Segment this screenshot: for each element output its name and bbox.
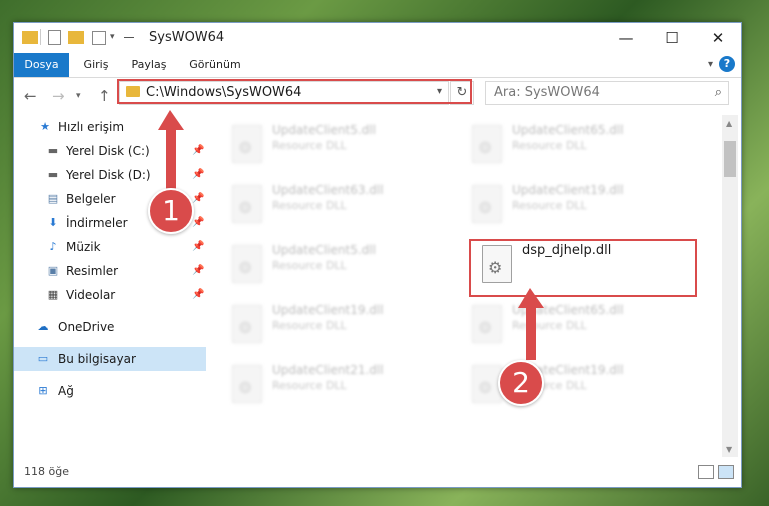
network-icon: ⊞ <box>38 384 48 397</box>
pin-icon[interactable]: 📌 <box>192 139 204 163</box>
pin-icon[interactable]: 📌 <box>192 259 204 283</box>
properties-icon[interactable] <box>48 30 61 45</box>
file-item[interactable]: ⚙ UpdateClient21.dll Resource DLL <box>222 359 452 409</box>
chevron-down-icon[interactable]: ▾ <box>110 32 126 48</box>
computer-icon: ▭ <box>37 352 49 365</box>
file-item[interactable]: ⚙ UpdateClient65.dll Resource DLL <box>462 299 692 349</box>
gear-icon: ⚙ <box>478 198 493 217</box>
sidebar-item-network[interactable]: ⊞ Ağ <box>14 379 206 403</box>
sidebar-item-pictures[interactable]: ▣ Resimler 📌 <box>14 259 206 283</box>
download-icon: ⬇ <box>48 216 58 229</box>
sidebar-item-quick-access[interactable]: ★ Hızlı erişim <box>14 115 206 139</box>
pin-icon[interactable]: 📌 <box>192 187 204 211</box>
tab-file[interactable]: Dosya <box>14 53 69 77</box>
scroll-up-icon[interactable]: ▲ <box>726 119 732 128</box>
sidebar-item-onedrive[interactable]: ☁ OneDrive <box>14 315 206 339</box>
video-icon: ▦ <box>47 288 59 301</box>
scroll-down-icon[interactable]: ▼ <box>726 445 732 454</box>
gear-icon: ⚙ <box>238 138 253 157</box>
sidebar-item-this-pc[interactable]: ▭ Bu bilgisayar <box>14 347 206 371</box>
tab-view[interactable]: Görünüm <box>182 53 248 77</box>
explorer-window: ▾ SysWOW64 — ☐ ✕ Dosya Giriş Paylaş Görü… <box>13 22 742 488</box>
dll-file-icon: ⚙ <box>232 305 262 343</box>
search-placeholder: Ara: SysWOW64 <box>494 85 600 100</box>
up-arrow-icon[interactable]: ↑ <box>98 87 111 105</box>
gear-icon: ⚙ <box>478 378 493 397</box>
gear-icon: ⚙ <box>238 318 253 337</box>
star-icon: ★ <box>40 120 50 133</box>
dll-file-icon: ⚙ <box>472 185 502 223</box>
gear-icon: ⚙ <box>238 258 253 277</box>
file-item[interactable]: ⚙ UpdateClient19.dll Resource DLL <box>462 359 692 409</box>
chevron-down-icon[interactable]: ▾ <box>708 59 713 70</box>
file-item[interactable]: ⚙ UpdateClient65.dll Resource DLL <box>462 119 692 169</box>
address-highlight <box>117 79 472 104</box>
separator <box>40 29 41 45</box>
file-item[interactable]: ⚙ UpdateClient63.dll Resource DLL <box>222 179 452 229</box>
sidebar-item-videos[interactable]: ▦ Videolar 📌 <box>14 283 206 307</box>
navigation-pane: ★ Hızlı erişim ▬ Yerel Disk (C:) 📌 ▬ Yer… <box>14 115 206 445</box>
pin-icon[interactable]: 📌 <box>192 283 204 307</box>
dll-file-icon: ⚙ <box>232 125 262 163</box>
tab-home[interactable]: Giriş <box>76 53 116 77</box>
gear-icon: ⚙ <box>238 198 253 217</box>
sidebar-item-disk-d[interactable]: ▬ Yerel Disk (D:) 📌 <box>14 163 206 187</box>
dll-file-icon: ⚙ <box>472 305 502 343</box>
customize-icon[interactable] <box>92 31 106 45</box>
back-arrow-icon[interactable]: ← <box>24 87 37 105</box>
maximize-button[interactable]: ☐ <box>649 23 695 53</box>
pin-icon[interactable]: 📌 <box>192 163 204 187</box>
large-icons-view-icon[interactable] <box>718 465 734 479</box>
item-count: 118 öğe <box>24 465 69 478</box>
sidebar-item-disk-c[interactable]: ▬ Yerel Disk (C:) 📌 <box>14 139 206 163</box>
new-folder-icon[interactable] <box>68 31 84 44</box>
pin-icon[interactable]: 📌 <box>192 211 204 235</box>
file-item[interactable]: ⚙ UpdateClient19.dll Resource DLL <box>462 179 692 229</box>
dll-file-icon: ⚙ <box>232 365 262 403</box>
help-button[interactable]: ? <box>719 56 735 72</box>
cloud-icon: ☁ <box>37 320 49 333</box>
drive-icon: ▬ <box>47 144 59 157</box>
callout-badge-1: 1 <box>148 188 194 234</box>
close-button[interactable]: ✕ <box>695 23 741 53</box>
forward-arrow-icon[interactable]: → <box>52 87 65 105</box>
document-icon: ▤ <box>47 192 59 205</box>
pin-icon[interactable]: 📌 <box>192 235 204 259</box>
file-item[interactable]: ⚙ UpdateClient5.dll Resource DLL <box>222 119 452 169</box>
gear-icon: ⚙ <box>478 318 493 337</box>
scrollbar-thumb[interactable] <box>724 141 736 177</box>
drive-icon: ▬ <box>47 168 59 181</box>
ribbon: Dosya Giriş Paylaş Görünüm ▾ ? <box>14 53 741 78</box>
sidebar-item-music[interactable]: ♪ Müzik 📌 <box>14 235 206 259</box>
file-highlight <box>469 239 697 297</box>
dll-file-icon: ⚙ <box>472 125 502 163</box>
minimize-button[interactable]: — <box>603 23 649 53</box>
quick-access-toolbar-icon[interactable] <box>124 37 134 38</box>
pictures-icon: ▣ <box>47 264 59 277</box>
tab-share[interactable]: Paylaş <box>124 53 174 77</box>
gear-icon: ⚙ <box>478 138 493 157</box>
music-icon: ♪ <box>49 240 57 253</box>
folder-icon <box>22 31 38 44</box>
gear-icon: ⚙ <box>238 378 253 397</box>
dll-file-icon: ⚙ <box>232 245 262 283</box>
details-view-icon[interactable] <box>698 465 714 479</box>
vertical-scrollbar[interactable]: ▲ ▼ <box>722 115 738 457</box>
recent-dropdown-icon[interactable]: ▾ <box>76 91 81 101</box>
dll-file-icon: ⚙ <box>232 185 262 223</box>
search-input[interactable]: Ara: SysWOW64 ⌕ <box>485 81 729 105</box>
search-icon[interactable]: ⌕ <box>715 85 722 100</box>
window-title: SysWOW64 <box>149 30 225 45</box>
file-item[interactable]: ⚙ UpdateClient5.dll Resource DLL <box>222 239 452 289</box>
file-item[interactable]: ⚙ UpdateClient19.dll Resource DLL <box>222 299 452 349</box>
title-bar[interactable]: ▾ SysWOW64 — ☐ ✕ <box>14 23 741 53</box>
callout-badge-2: 2 <box>498 360 544 406</box>
